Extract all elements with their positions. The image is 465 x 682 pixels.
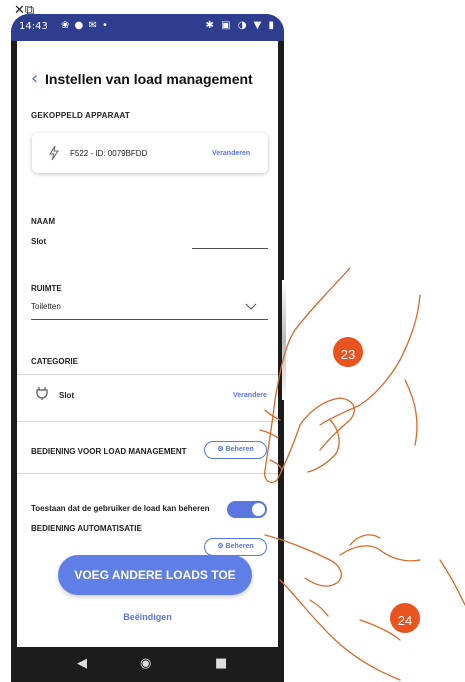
room-select-underline	[31, 319, 268, 320]
divider	[17, 421, 278, 422]
device-name: F522 - ID: 0079BFDD	[70, 149, 148, 158]
allow-user-label: Toestaan dat de gebruiker de load kan be…	[31, 504, 210, 513]
name-input-underline[interactable]	[192, 248, 268, 249]
back-chevron-icon[interactable]: ‹	[31, 68, 38, 89]
gear-icon: ⚙	[217, 446, 224, 453]
status-bar: 14:43 ❀ ● ✉ • ✱ ▣ ◑ ▼ ▮	[11, 14, 284, 41]
page-title: Instellen van load management	[45, 71, 253, 87]
linked-device-card: F522 - ID: 0079BFDD Veranderen	[32, 133, 268, 173]
name-label: NAAM	[31, 217, 55, 226]
divider	[17, 473, 278, 474]
category-label: CATEGORIE	[31, 357, 78, 366]
finish-link[interactable]: Beëindigen	[17, 612, 278, 622]
nav-home-icon[interactable]: ◉	[140, 656, 151, 671]
room-label: RUIMTE	[31, 284, 62, 293]
status-time: 14:43	[19, 21, 48, 32]
nav-recent-icon[interactable]: ■	[215, 656, 227, 671]
room-value[interactable]: Toiletten	[31, 302, 61, 311]
divider	[17, 374, 278, 375]
system-status-icons: ✱ ▣ ◑ ▼ ▮	[205, 20, 276, 31]
automation-label: BEDIENING AUTOMATISATIE	[31, 524, 142, 533]
load-control-label: BEDIENING VOOR LOAD MANAGEMENT	[31, 447, 187, 456]
pointing-hands-illustration	[259, 267, 465, 681]
step-badge-24: 24	[397, 613, 413, 628]
android-nav-bar: ◀ ◉ ■	[17, 647, 278, 682]
app-screen: ‹ Instellen van load management GEKOPPEL…	[17, 41, 278, 647]
bolt-icon	[49, 145, 59, 161]
notification-icons: ❀ ● ✉ •	[61, 20, 109, 31]
gear-icon: ⚙	[217, 543, 224, 550]
name-value: Slot	[31, 237, 47, 246]
nav-back-icon[interactable]: ◀	[77, 656, 87, 671]
add-loads-button[interactable]: VOEG ANDERE LOADS TOE	[58, 555, 252, 595]
change-device-link[interactable]: Veranderen	[212, 150, 250, 157]
category-value: Slot	[59, 391, 75, 400]
step-badge-23: 23	[340, 347, 356, 362]
linked-device-heading: GEKOPPELD APPARAAT	[31, 111, 131, 120]
plug-icon	[36, 387, 48, 400]
